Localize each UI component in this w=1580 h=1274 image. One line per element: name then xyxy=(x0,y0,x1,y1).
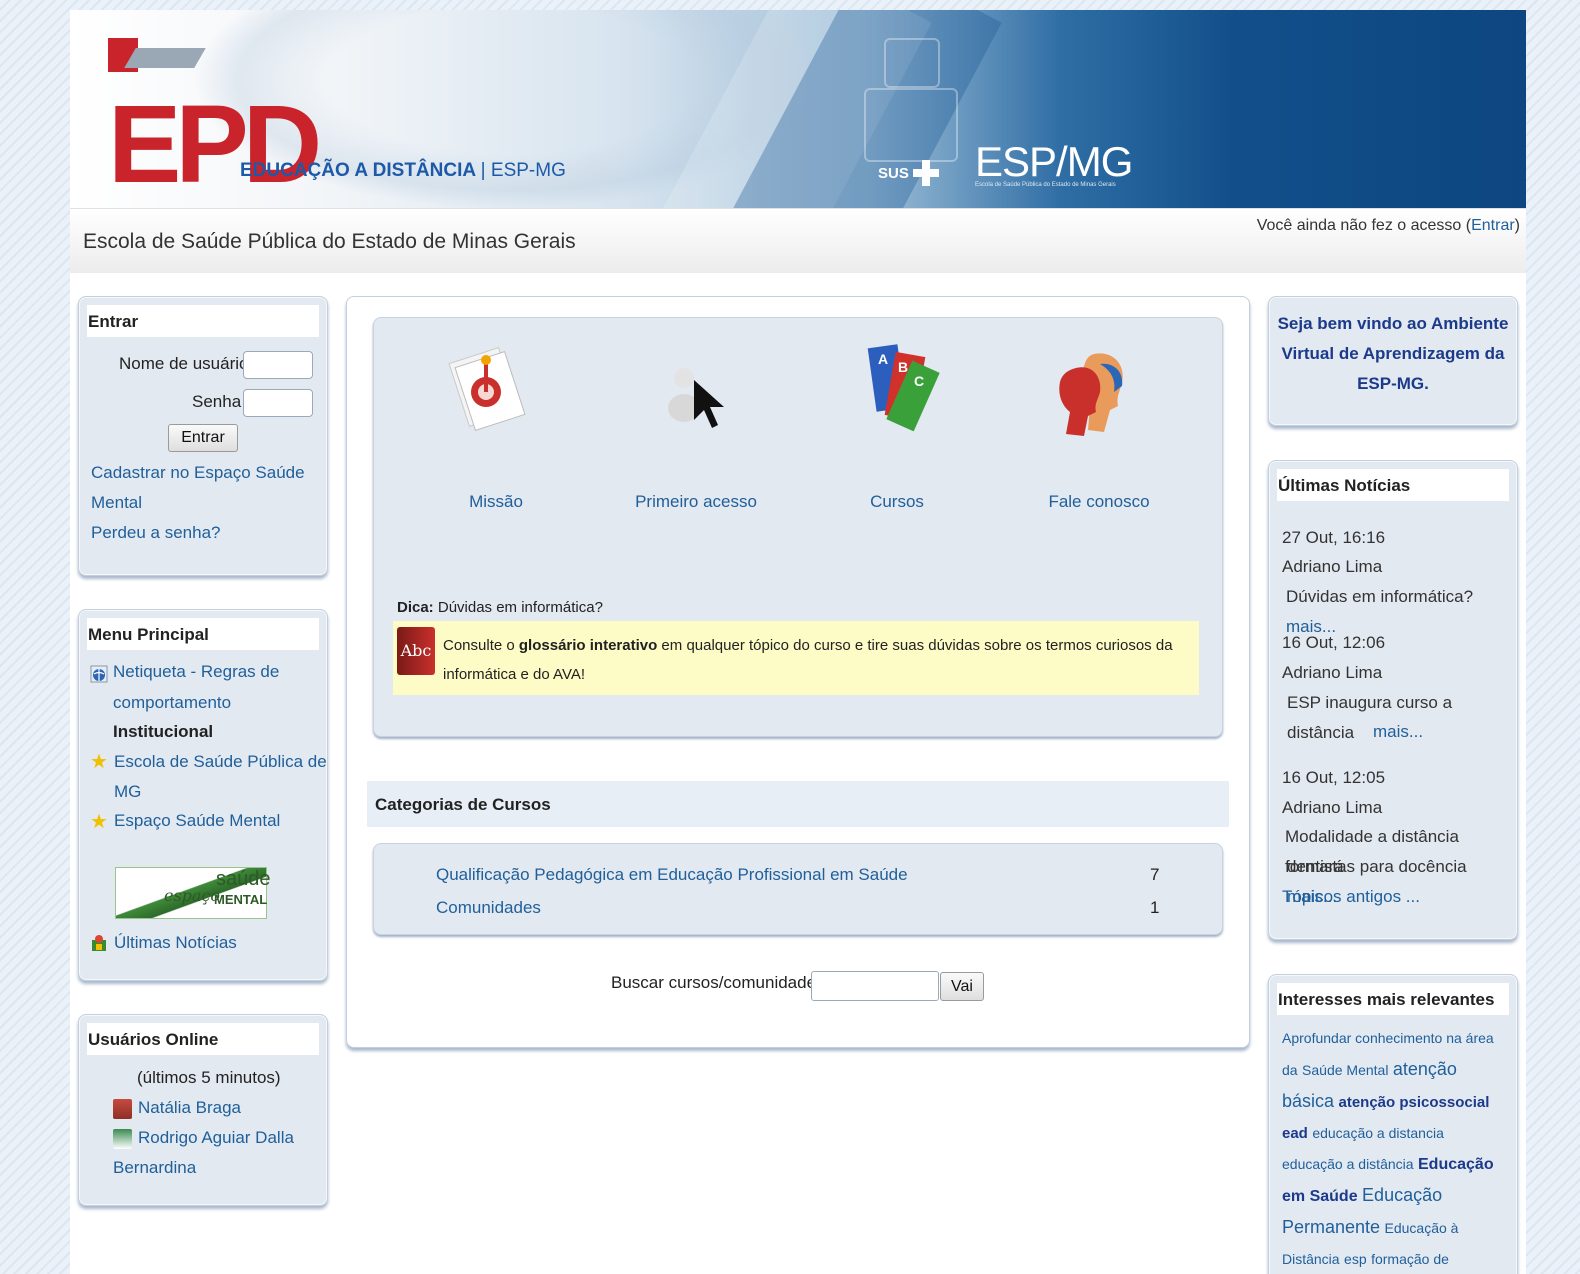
menu-section-institucional: Institucional xyxy=(113,722,214,741)
espmg-logo: ESP/MG Escola de Saúde Pública do Estado… xyxy=(975,138,1133,188)
news-date: 16 Out, 12:05 xyxy=(1282,768,1386,787)
search-go-button[interactable]: Vai xyxy=(940,972,984,1001)
page: EPD EDUCAÇÃO A DISTÂNCIA | ESP-MG SUS ES… xyxy=(70,10,1526,1274)
saude-mental-logo[interactable]: espaço saúde MENTAL xyxy=(115,867,271,919)
sus-logo: SUS xyxy=(878,160,939,186)
mission-icon[interactable] xyxy=(446,340,532,432)
header-login-link[interactable]: Entrar xyxy=(1471,217,1515,234)
news-icon xyxy=(92,935,106,951)
news-author: Adriano Lima xyxy=(1282,557,1383,576)
menu-item-escola[interactable]: Escola de Saúde Pública de MG xyxy=(114,747,327,807)
tip-heading: Dica: Dúvidas em informática? xyxy=(397,599,603,616)
avatar xyxy=(113,1099,132,1119)
password-label: Senha xyxy=(192,392,242,411)
epd-logo[interactable]: EPD xyxy=(108,38,322,200)
search-label: Buscar cursos/comunidades: xyxy=(611,973,830,992)
username-label: Nome de usuário xyxy=(119,354,249,373)
glossary-link[interactable]: glossário interativo xyxy=(519,637,657,654)
tag-cloud: Aprofundar conhecimento na área da Saúde… xyxy=(1282,1023,1507,1274)
categories-heading: Categorias de Cursos xyxy=(367,781,1229,827)
news-block-title: Últimas Notícias xyxy=(1277,469,1509,501)
online-users-subtitle: (últimos 5 minutos) xyxy=(137,1068,281,1087)
register-link[interactable]: Cadastrar no Espaço Saúde Mental xyxy=(91,458,305,518)
book-icon: Abc xyxy=(397,627,435,675)
tip-text: Consulte o glossário interativo em qualq… xyxy=(443,637,1173,683)
main-content: A B C Missão Primeiro acesso Cursos Fale… xyxy=(346,296,1250,1048)
category-link[interactable]: Comunidades xyxy=(436,893,541,923)
feature-mission-link[interactable]: Missão xyxy=(396,492,596,512)
main-menu-block: Menu Principal Netiqueta - Regras de com… xyxy=(78,609,328,981)
menu-item-espaco[interactable]: Espaço Saúde Mental xyxy=(114,806,280,836)
online-users-block: Usuários Online (últimos 5 minutos) Natá… xyxy=(78,1014,328,1206)
first-access-icon[interactable] xyxy=(654,348,734,436)
feature-courses-link[interactable]: Cursos xyxy=(797,492,997,512)
category-count: 1 xyxy=(1150,898,1160,917)
login-block: Entrar Nome de usuário Senha Entrar Cada… xyxy=(78,296,328,576)
star-icon: ★ xyxy=(90,811,108,833)
categories-panel: Qualificação Pedagógica em Educação Prof… xyxy=(373,843,1223,935)
tip-box: Abc Consulte o glossário interativo em q… xyxy=(393,621,1199,695)
news-more-link[interactable]: mais... xyxy=(1373,717,1423,747)
category-link[interactable]: Qualificação Pedagógica em Educação Prof… xyxy=(436,860,908,890)
globe-icon xyxy=(90,665,108,683)
banner-tagline: EDUCAÇÃO A DISTÂNCIA | ESP-MG xyxy=(240,160,566,181)
course-search: Buscar cursos/comunidades: xyxy=(611,973,829,993)
feature-first-access-link[interactable]: Primeiro acesso xyxy=(596,492,796,512)
category-count: 7 xyxy=(1150,865,1160,884)
plus-icon xyxy=(912,160,939,186)
menu-item-netiqueta[interactable]: Netiqueta - Regras de xyxy=(113,657,279,687)
svg-text:C: C xyxy=(914,373,924,389)
tag-link[interactable]: educação a distância xyxy=(1282,1156,1414,1172)
username-input[interactable] xyxy=(243,351,313,379)
welcome-block: Seja bem vindo ao Ambiente Virtual de Apr… xyxy=(1268,296,1518,426)
news-block: Últimas Notícias 27 Out, 16:16 Adriano L… xyxy=(1268,460,1518,940)
online-users-title: Usuários Online xyxy=(87,1023,319,1055)
online-user-link[interactable]: Rodrigo Aguiar Dalla xyxy=(138,1123,294,1153)
welcome-text: Seja bem vindo ao Ambiente Virtual de Apr… xyxy=(1277,314,1509,393)
avatar xyxy=(113,1129,132,1149)
tag-link[interactable]: atenção psicossocial xyxy=(1338,1094,1489,1111)
online-user-link-cont[interactable]: Bernardina xyxy=(113,1153,196,1183)
login-info: Você ainda não fez o acesso (Entrar) xyxy=(1256,217,1520,234)
news-date: 16 Out, 12:06 xyxy=(1282,633,1386,652)
tags-block-title: Interesses mais relevantes xyxy=(1277,983,1509,1015)
main-menu-title: Menu Principal xyxy=(87,618,319,650)
online-user-link[interactable]: Natália Braga xyxy=(138,1093,241,1123)
login-block-title: Entrar xyxy=(87,305,319,337)
forgot-password-link[interactable]: Perdeu a senha? xyxy=(91,518,221,548)
star-icon: ★ xyxy=(90,751,108,773)
menu-item-ultimas-noticias[interactable]: Últimas Notícias xyxy=(114,928,237,958)
news-author: Adriano Lima xyxy=(1282,798,1383,817)
tag-link[interactable]: esp xyxy=(1344,1251,1367,1267)
feature-contact-link[interactable]: Fale conosco xyxy=(999,492,1199,512)
course-search-input[interactable] xyxy=(811,971,939,1001)
svg-text:A: A xyxy=(878,351,888,367)
news-date: 27 Out, 16:16 xyxy=(1282,528,1386,547)
login-submit-button[interactable]: Entrar xyxy=(168,424,238,452)
site-name: Escola de Saúde Pública do Estado de Min… xyxy=(83,230,576,253)
menu-item-netiqueta-cont[interactable]: comportamento xyxy=(113,688,231,718)
svg-text:B: B xyxy=(898,359,908,375)
tags-block: Interesses mais relevantes Aprofundar co… xyxy=(1268,974,1518,1274)
news-author: Adriano Lima xyxy=(1282,663,1383,682)
courses-icon[interactable]: A B C xyxy=(864,342,944,438)
older-topics-link[interactable]: Tópicos antigos ... xyxy=(1282,882,1420,912)
tag-link[interactable]: educação a distancia xyxy=(1312,1125,1444,1141)
password-input[interactable] xyxy=(243,389,313,417)
site-banner: EPD EDUCAÇÃO A DISTÂNCIA | ESP-MG SUS ES… xyxy=(70,10,1526,208)
contact-icon[interactable] xyxy=(1054,346,1138,438)
tag-link[interactable]: Saúde Mental xyxy=(1302,1062,1388,1078)
tag-link[interactable]: ead xyxy=(1282,1125,1308,1142)
